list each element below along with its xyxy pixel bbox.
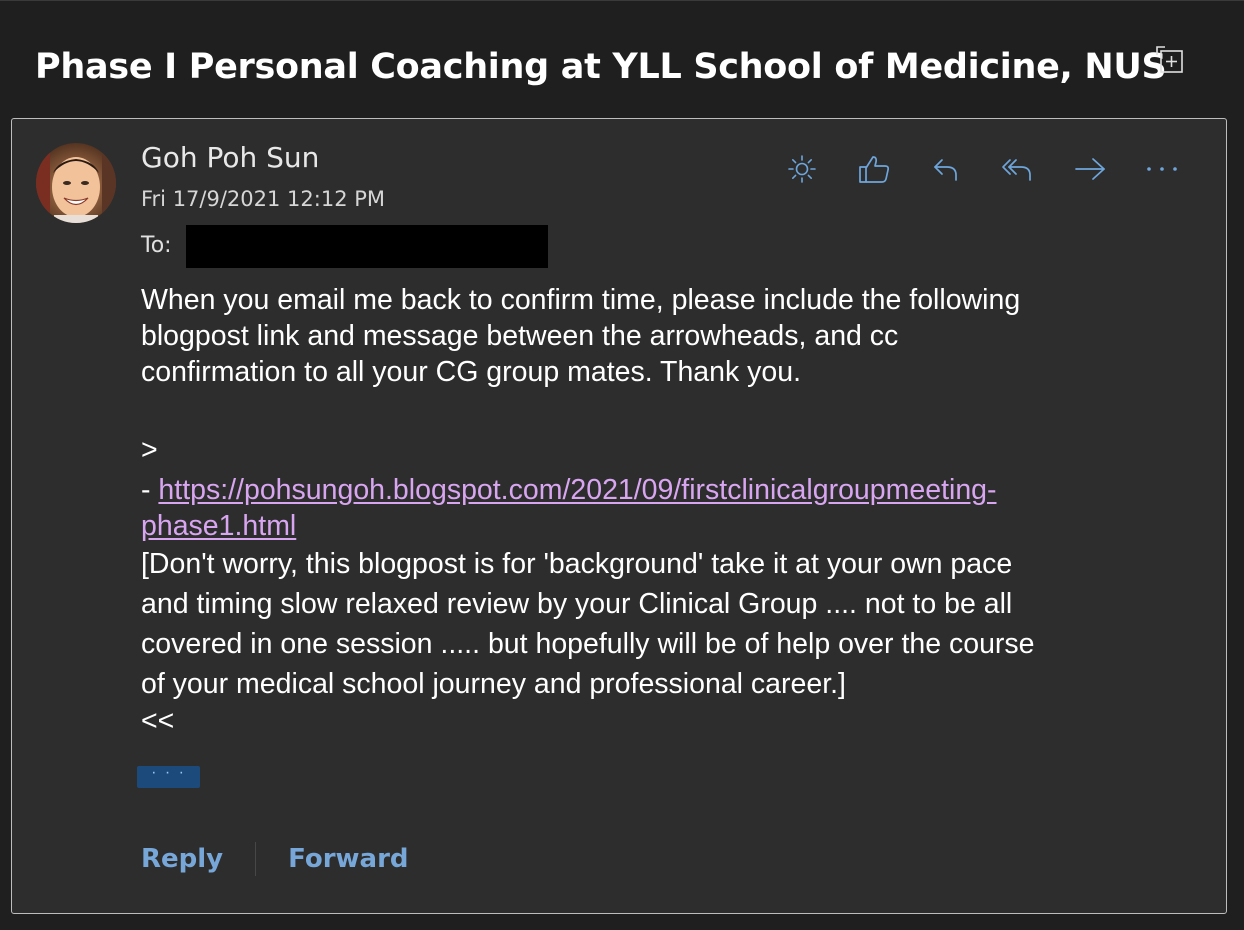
note-paragraph: [Don't worry, this blogpost is for 'back… <box>141 544 1201 704</box>
reply-icon[interactable] <box>926 149 966 189</box>
message-card: Goh Poh Sun Fri 17/9/2021 12:12 PM To: W… <box>11 118 1227 914</box>
reply-button[interactable]: Reply <box>141 844 223 874</box>
close-arrowhead: << <box>141 705 175 737</box>
message-toolbar <box>782 149 1182 189</box>
email-subject: Phase I Personal Coaching at YLL School … <box>35 47 1167 87</box>
body-line: confirmation to all your CG group mates.… <box>141 356 802 388</box>
blogpost-link[interactable]: https://pohsungoh.blogspot.com/2021/09/f… <box>158 474 996 506</box>
forward-button[interactable]: Forward <box>288 844 408 874</box>
more-icon[interactable] <box>1142 149 1182 189</box>
footer-divider <box>255 842 257 876</box>
link-prefix: - <box>141 474 159 506</box>
link-line: - https://pohsungoh.blogspot.com/2021/09… <box>141 472 1201 508</box>
body-line: and timing slow relaxed review by your C… <box>141 588 1013 620</box>
brightness-icon[interactable] <box>782 149 822 189</box>
to-label: To: <box>141 233 172 258</box>
avatar[interactable] <box>36 143 116 223</box>
sent-date: Fri 17/9/2021 12:12 PM <box>141 187 386 211</box>
forward-icon[interactable] <box>1070 149 1110 189</box>
body-line: When you email me back to confirm time, … <box>141 284 1021 316</box>
reading-pane: Phase I Personal Coaching at YLL School … <box>0 0 1244 930</box>
body-line: [Don't worry, this blogpost is for 'back… <box>141 548 1013 580</box>
like-icon[interactable] <box>854 149 894 189</box>
message-footer: Reply Forward <box>141 839 409 879</box>
blogpost-link-continued[interactable]: phase1.html <box>141 510 296 542</box>
open-in-new-window-icon[interactable] <box>1156 46 1184 74</box>
open-arrowhead: > <box>141 434 158 466</box>
body-line: blogpost link and message between the ar… <box>141 320 899 352</box>
show-more-button[interactable]: · · · <box>137 765 200 788</box>
body-line: of your medical school journey and profe… <box>141 668 846 700</box>
body-line: covered in one session ..... but hopeful… <box>141 628 1035 660</box>
reply-all-icon[interactable] <box>998 149 1038 189</box>
message-body: When you email me back to confirm time, … <box>141 282 1201 738</box>
redacted-recipient <box>186 225 548 268</box>
sender-name[interactable]: Goh Poh Sun <box>141 141 319 174</box>
